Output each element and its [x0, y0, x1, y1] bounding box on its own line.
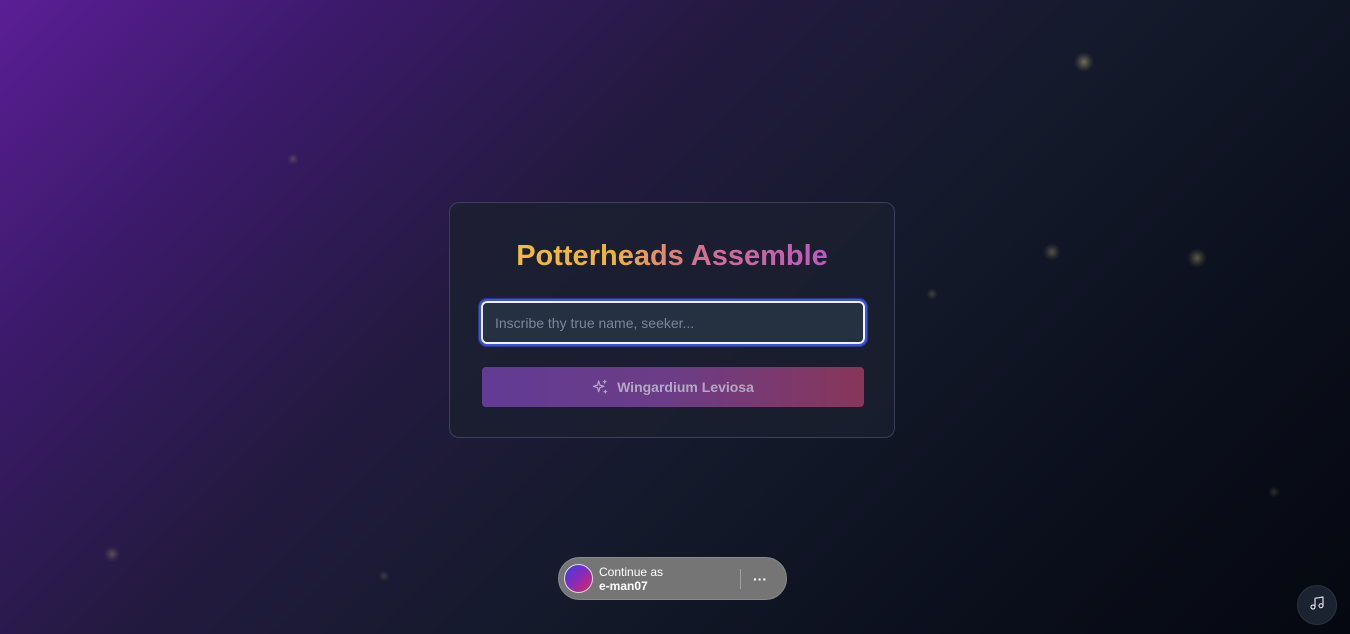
page-title: Potterheads Assemble	[450, 239, 894, 273]
submit-button[interactable]: Wingardium Leviosa	[482, 367, 864, 407]
music-note-icon	[1309, 595, 1325, 616]
continue-as-label: Continue as	[599, 564, 664, 579]
login-card: Potterheads Assemble Wingardium Leviosa	[449, 202, 895, 438]
avatar	[564, 564, 593, 593]
background-sparkle	[1187, 248, 1207, 268]
music-toggle-button[interactable]	[1297, 585, 1337, 625]
background-sparkle	[1268, 486, 1280, 498]
background-sparkle	[287, 153, 299, 165]
account-username: e-man07	[599, 578, 648, 593]
submit-button-label: Wingardium Leviosa	[617, 379, 754, 395]
background-sparkle	[378, 570, 390, 582]
background-sparkle	[926, 288, 938, 300]
more-options-button[interactable]: ···	[741, 557, 779, 600]
background-sparkle	[104, 546, 120, 562]
sparkles-icon	[592, 379, 608, 395]
background-sparkle	[1074, 52, 1094, 72]
continue-as-text: Continue as e-man07	[599, 565, 739, 593]
background-sparkle	[1043, 243, 1061, 261]
more-icon: ···	[753, 570, 767, 587]
continue-as-account-button[interactable]: Continue as e-man07 ···	[558, 557, 787, 600]
name-input[interactable]	[479, 299, 867, 346]
